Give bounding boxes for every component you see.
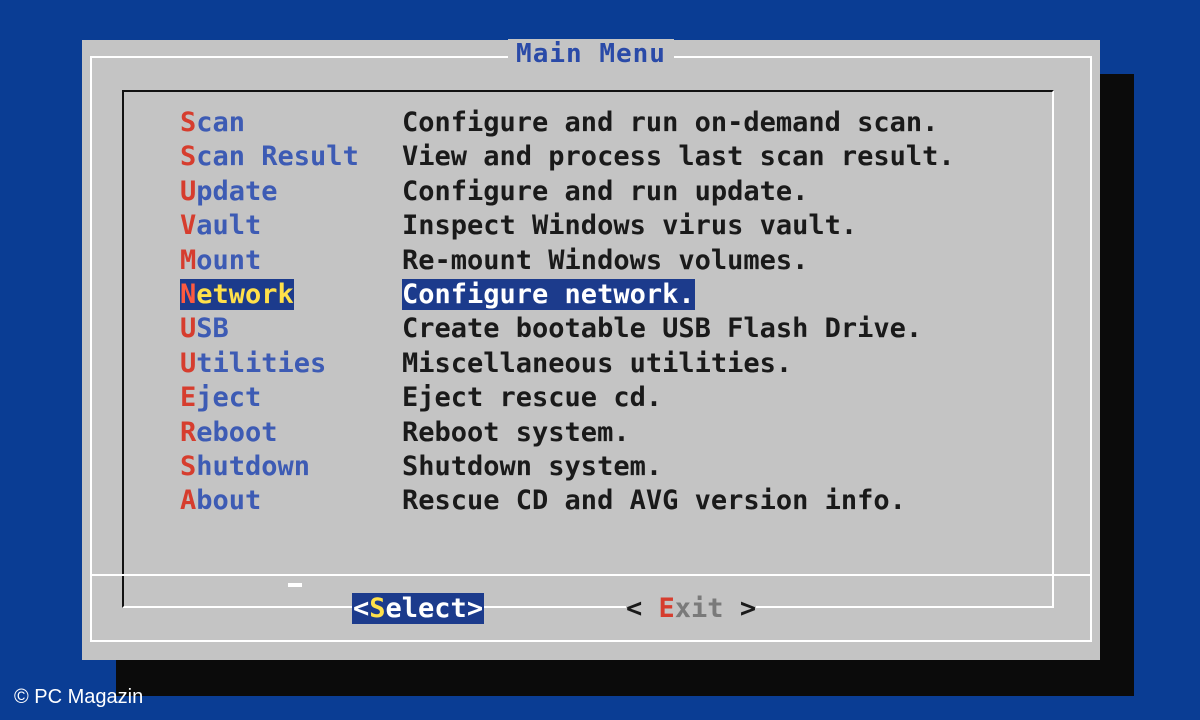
hotkey: S <box>180 107 197 138</box>
menu-item-eject[interactable]: Eject Eject rescue cd. <box>180 381 955 415</box>
menu-item-description: Reboot system. <box>402 416 630 448</box>
menu-item-shutdown[interactable]: Shutdown Shutdown system. <box>180 450 955 484</box>
menu-item-description: Rescue CD and AVG version info. <box>402 485 906 517</box>
menu-item-label: SB <box>196 313 229 345</box>
menu-item-label: etwork <box>196 278 294 310</box>
copyright-notice: © PC Magazin <box>14 686 144 708</box>
menu-item-description: Configure and run on-demand scan. <box>402 107 939 138</box>
menu-item-description: View and process last scan result. <box>402 141 955 173</box>
hotkey: U <box>180 313 197 345</box>
button-label: elect <box>385 593 467 624</box>
hotkey: U <box>180 347 197 379</box>
bracket: > <box>466 593 484 624</box>
menu-item-about[interactable]: About Rescue CD and AVG version info. <box>180 484 955 518</box>
hotkey: M <box>180 244 197 276</box>
hotkey: S <box>180 450 197 482</box>
menu-item-label: pdate <box>196 175 278 207</box>
menu-item-network[interactable]: Network Configure network. <box>180 278 955 312</box>
hotkey: E <box>658 593 675 624</box>
menu-item-description: Configure network. <box>402 278 695 310</box>
dialog-title: Main Menu <box>508 39 674 69</box>
hotkey: S <box>369 593 386 624</box>
menu-item-description: Shutdown system. <box>402 450 663 482</box>
menu-item-label: ount <box>196 244 262 276</box>
exit-button[interactable]: < Exit > <box>626 593 757 624</box>
button-bar: <Select> < Exit > <box>82 589 1100 629</box>
menu-list: Scan Configure and run on-demand scan. S… <box>180 106 955 519</box>
hotkey: V <box>180 210 197 242</box>
menu-item-label: ault <box>196 210 262 242</box>
menu-item-vault[interactable]: Vault Inspect Windows virus vault. <box>180 209 955 243</box>
menu-item-label: tilities <box>196 347 327 379</box>
menu-item-mount[interactable]: Mount Re-mount Windows volumes. <box>180 244 955 278</box>
menu-item-description: Configure and run update. <box>402 175 809 207</box>
hotkey: S <box>180 141 197 173</box>
menu-item-scan-result[interactable]: Scan Result View and process last scan r… <box>180 140 955 174</box>
button-separator <box>90 574 1092 576</box>
bracket: > <box>723 593 757 624</box>
menu-item-description: Eject rescue cd. <box>402 382 663 414</box>
bracket: < <box>353 593 370 624</box>
menu-item-description: Inspect Windows virus vault. <box>402 210 858 242</box>
menu-item-reboot[interactable]: Reboot Reboot system. <box>180 416 955 450</box>
button-label: xit <box>674 593 724 624</box>
menu-item-description: Miscellaneous utilities. <box>402 347 793 379</box>
menu-item-update[interactable]: Update Configure and run update. <box>180 175 955 209</box>
select-button[interactable]: <Select> <box>352 593 485 624</box>
hotkey: N <box>180 278 197 310</box>
bracket: < <box>626 593 659 624</box>
main-menu-dialog: Main Menu Scan Configure and run on-dema… <box>82 39 1100 660</box>
menu-item-description: Create bootable USB Flash Drive. <box>402 313 923 345</box>
hotkey: U <box>180 175 197 207</box>
menu-item-label: ject <box>196 382 262 414</box>
menu-item-description: Re-mount Windows volumes. <box>402 244 809 276</box>
menu-item-label: can <box>196 107 246 138</box>
menu-item-label: eboot <box>196 416 278 448</box>
hotkey: E <box>180 382 197 414</box>
menu-item-label: hutdown <box>196 450 311 482</box>
menu-item-scan[interactable]: Scan Configure and run on-demand scan. <box>180 106 955 140</box>
menu-item-utilities[interactable]: Utilities Miscellaneous utilities. <box>180 347 955 381</box>
text-cursor <box>288 583 302 587</box>
hotkey: A <box>180 485 197 517</box>
menu-item-usb[interactable]: USB Create bootable USB Flash Drive. <box>180 312 955 346</box>
hotkey: R <box>180 416 197 448</box>
dialog-title-wrap: Main Menu <box>82 39 1100 69</box>
menu-item-label: can Result <box>196 141 359 173</box>
menu-item-label: bout <box>196 485 262 517</box>
